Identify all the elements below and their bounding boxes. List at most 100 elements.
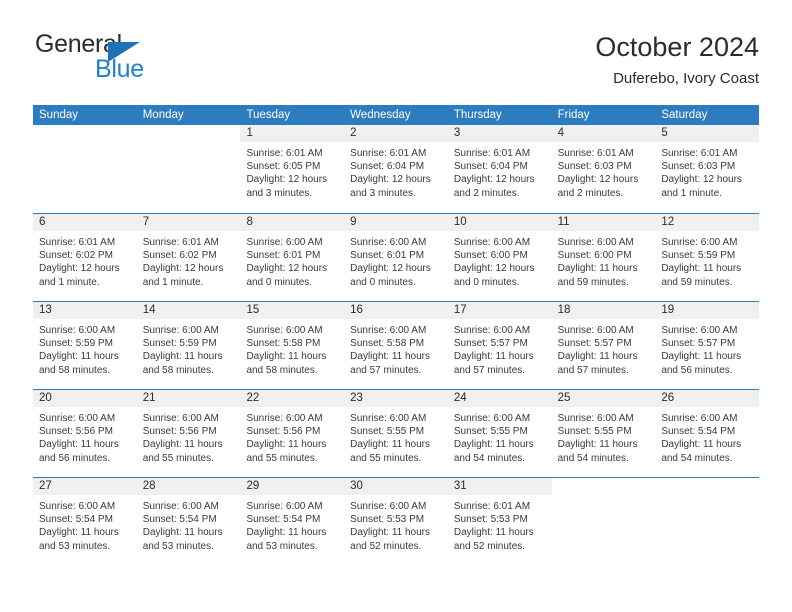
day-detail-lines: [552, 495, 656, 500]
calendar-day-cell[interactable]: 14 Sunrise: 6:00 AM Sunset: 5:59 PM Dayligh…: [136, 302, 241, 389]
day-detail-line: Daylight: 11 hours: [557, 351, 638, 363]
day-detail-lines: Sunrise: 6:00 AM Sunset: 5:59 PM Daylight:…: [137, 319, 241, 377]
calendar-day-cell[interactable]: 25 Sunrise: 6:00 AM Sunset: 5:55 PM Dayligh…: [551, 390, 656, 477]
calendar-day-cell[interactable]: 23 Sunrise: 6:00 AM Sunset: 5:55 PM Dayligh…: [344, 390, 448, 477]
calendar-day-cell[interactable]: 4 Sunrise: 6:01 AM Sunset: 6:03 PM Daylight…: [551, 125, 656, 212]
day-detail-line: Sunrise: 6:01 AM: [661, 148, 738, 159]
day-detail-line: Sunset: 6:05 PM: [246, 161, 321, 173]
day-number: 26: [661, 392, 675, 404]
day-detail-line: Sunset: 6:00 PM: [557, 250, 632, 262]
day-detail-line: and 59 minutes.: [661, 276, 733, 288]
calendar-day-cell[interactable]: 8 Sunrise: 6:00 AM Sunset: 6:01 PM Daylight…: [240, 214, 345, 301]
day-detail-line: Sunset: 6:01 PM: [246, 250, 321, 262]
day-detail-line: and 56 minutes.: [661, 364, 733, 376]
day-detail-line: Daylight: 11 hours: [39, 527, 119, 539]
calendar-day-cell[interactable]: 5 Sunrise: 6:01 AM Sunset: 6:03 PM Daylight…: [655, 125, 760, 212]
day-detail-line: Sunrise: 6:01 AM: [453, 148, 531, 159]
day-detail-line: Sunset: 5:55 PM: [557, 426, 632, 438]
calendar-day-cell[interactable]: 22 Sunrise: 6:00 AM Sunset: 5:56 PM Dayligh…: [240, 390, 345, 477]
day-detail-lines: Sunrise: 6:01 AM Sunset: 6:02 PM Daylight:…: [137, 231, 241, 289]
day-detail-line: Daylight: 11 hours: [39, 351, 119, 363]
day-detail-line: Sunset: 5:59 PM: [661, 250, 736, 262]
calendar-day-cell[interactable]: 12 Sunrise: 6:00 AM Sunset: 5:59 PM Dayligh…: [655, 214, 760, 301]
calendar-day-cell[interactable]: 29 Sunrise: 6:00 AM Sunset: 5:54 PM Dayligh…: [240, 478, 345, 565]
day-detail-lines: [33, 142, 137, 147]
calendar-day-cell[interactable]: 10 Sunrise: 6:00 AM Sunset: 6:00 PM Dayligh…: [447, 214, 552, 301]
day-detail-line: Daylight: 12 hours: [453, 174, 535, 186]
general-blue-logo[interactable]: General Blue: [33, 30, 273, 92]
calendar-day-cell[interactable]: 16 Sunrise: 6:00 AM Sunset: 5:58 PM Dayligh…: [344, 302, 448, 389]
day-number-band: [136, 125, 241, 142]
day-detail-line: and 0 minutes.: [246, 276, 313, 288]
day-detail-line: and 53 minutes.: [142, 540, 214, 552]
calendar-day-cell[interactable]: 20 Sunrise: 6:00 AM Sunset: 5:56 PM Dayligh…: [33, 390, 137, 477]
day-detail-line: Sunset: 6:04 PM: [350, 161, 425, 173]
calendar-day-cell[interactable]: 31 Sunrise: 6:01 AM Sunset: 5:53 PM Dayligh…: [447, 478, 552, 565]
day-number-band: [447, 125, 552, 142]
calendar-day-cell[interactable]: 28 Sunrise: 6:00 AM Sunset: 5:54 PM Dayligh…: [136, 478, 241, 565]
calendar-day-cell[interactable]: 18 Sunrise: 6:00 AM Sunset: 5:57 PM Dayligh…: [551, 302, 656, 389]
weekday-header-thursday: Thursday: [453, 109, 502, 121]
title-block: October 2024 Duferebo, Ivory Coast: [595, 30, 759, 90]
calendar-day-cell[interactable]: 11 Sunrise: 6:00 AM Sunset: 6:00 PM Dayligh…: [551, 214, 656, 301]
calendar-day-empty: [551, 478, 656, 565]
calendar-day-cell[interactable]: 30 Sunrise: 6:00 AM Sunset: 5:53 PM Dayligh…: [344, 478, 448, 565]
day-detail-lines: [137, 142, 241, 147]
day-detail-line: and 3 minutes.: [246, 187, 313, 199]
day-detail-lines: [655, 495, 759, 500]
day-detail-line: Sunrise: 6:00 AM: [453, 325, 531, 336]
day-detail-line: Sunrise: 6:00 AM: [39, 325, 116, 336]
day-detail-line: Sunrise: 6:00 AM: [661, 325, 738, 336]
day-number-band: [655, 125, 760, 142]
calendar-day-cell[interactable]: 13 Sunrise: 6:00 AM Sunset: 5:59 PM Dayligh…: [33, 302, 137, 389]
day-detail-lines: Sunrise: 6:00 AM Sunset: 5:57 PM Daylight:…: [448, 319, 552, 377]
day-detail-line: Daylight: 11 hours: [661, 351, 742, 363]
day-detail-line: Sunrise: 6:01 AM: [39, 237, 116, 248]
day-detail-line: and 55 minutes.: [246, 452, 318, 464]
calendar-day-cell[interactable]: 19 Sunrise: 6:00 AM Sunset: 5:57 PM Dayligh…: [655, 302, 760, 389]
day-number: 7: [142, 216, 150, 228]
day-number: 12: [661, 216, 675, 228]
day-detail-line: Daylight: 11 hours: [246, 351, 327, 363]
calendar-day-cell[interactable]: 7 Sunrise: 6:01 AM Sunset: 6:02 PM Daylight…: [136, 214, 241, 301]
calendar-day-cell[interactable]: 17 Sunrise: 6:00 AM Sunset: 5:57 PM Dayligh…: [447, 302, 552, 389]
calendar-day-cell[interactable]: 2 Sunrise: 6:01 AM Sunset: 6:04 PM Daylight…: [344, 125, 448, 212]
calendar-day-cell[interactable]: 21 Sunrise: 6:00 AM Sunset: 5:56 PM Dayligh…: [136, 390, 241, 477]
day-detail-line: and 54 minutes.: [557, 452, 629, 464]
day-detail-line: Daylight: 11 hours: [453, 527, 534, 539]
day-detail-line: and 0 minutes.: [453, 276, 520, 288]
day-detail-line: Sunset: 6:02 PM: [142, 250, 217, 262]
day-detail-line: Daylight: 11 hours: [246, 527, 327, 539]
calendar-day-cell[interactable]: 9 Sunrise: 6:00 AM Sunset: 6:01 PM Daylight…: [344, 214, 448, 301]
calendar-week-row: 20 Sunrise: 6:00 AM Sunset: 5:56 PM Dayligh…: [33, 389, 760, 477]
day-number: 8: [246, 216, 253, 228]
day-detail-line: Sunrise: 6:00 AM: [350, 325, 427, 336]
day-detail-line: Daylight: 11 hours: [142, 527, 223, 539]
day-detail-line: and 54 minutes.: [661, 452, 733, 464]
day-detail-line: Sunrise: 6:01 AM: [350, 148, 427, 159]
calendar-day-cell[interactable]: 27 Sunrise: 6:00 AM Sunset: 5:54 PM Dayligh…: [33, 478, 137, 565]
calendar-weeks: 1 Sunrise: 6:01 AM Sunset: 6:05 PM Daylight…: [33, 125, 760, 565]
calendar-day-cell[interactable]: 24 Sunrise: 6:00 AM Sunset: 5:55 PM Dayligh…: [447, 390, 552, 477]
day-detail-line: Daylight: 11 hours: [661, 439, 742, 451]
calendar-day-cell[interactable]: 26 Sunrise: 6:00 AM Sunset: 5:54 PM Dayligh…: [655, 390, 760, 477]
day-detail-line: Sunset: 5:59 PM: [142, 338, 217, 350]
day-detail-line: and 1 minute.: [142, 276, 204, 288]
day-detail-line: and 53 minutes.: [39, 540, 111, 552]
day-number: 4: [557, 127, 564, 139]
day-detail-line: Sunrise: 6:01 AM: [142, 237, 219, 248]
day-detail-line: Sunrise: 6:00 AM: [453, 237, 531, 248]
day-number-band: [344, 125, 448, 142]
day-detail-lines: Sunrise: 6:00 AM Sunset: 6:00 PM Daylight:…: [552, 231, 656, 289]
day-number: 17: [453, 304, 467, 316]
day-detail-line: and 3 minutes.: [350, 187, 416, 199]
calendar-day-cell[interactable]: 6 Sunrise: 6:01 AM Sunset: 6:02 PM Daylight…: [33, 214, 137, 301]
calendar-day-cell[interactable]: 15 Sunrise: 6:00 AM Sunset: 5:58 PM Dayligh…: [240, 302, 345, 389]
day-number-band: [33, 125, 137, 142]
day-number-band: [240, 214, 345, 231]
day-number: 10: [453, 216, 467, 228]
calendar-day-cell[interactable]: 1 Sunrise: 6:01 AM Sunset: 6:05 PM Daylight…: [240, 125, 345, 212]
weekday-header-row: Sunday Monday Tuesday Wednesday Thursday Frid…: [33, 105, 759, 125]
calendar-day-cell[interactable]: 3 Sunrise: 6:01 AM Sunset: 6:04 PM Daylight…: [447, 125, 552, 212]
day-detail-lines: Sunrise: 6:00 AM Sunset: 6:01 PM Daylight:…: [344, 231, 448, 289]
